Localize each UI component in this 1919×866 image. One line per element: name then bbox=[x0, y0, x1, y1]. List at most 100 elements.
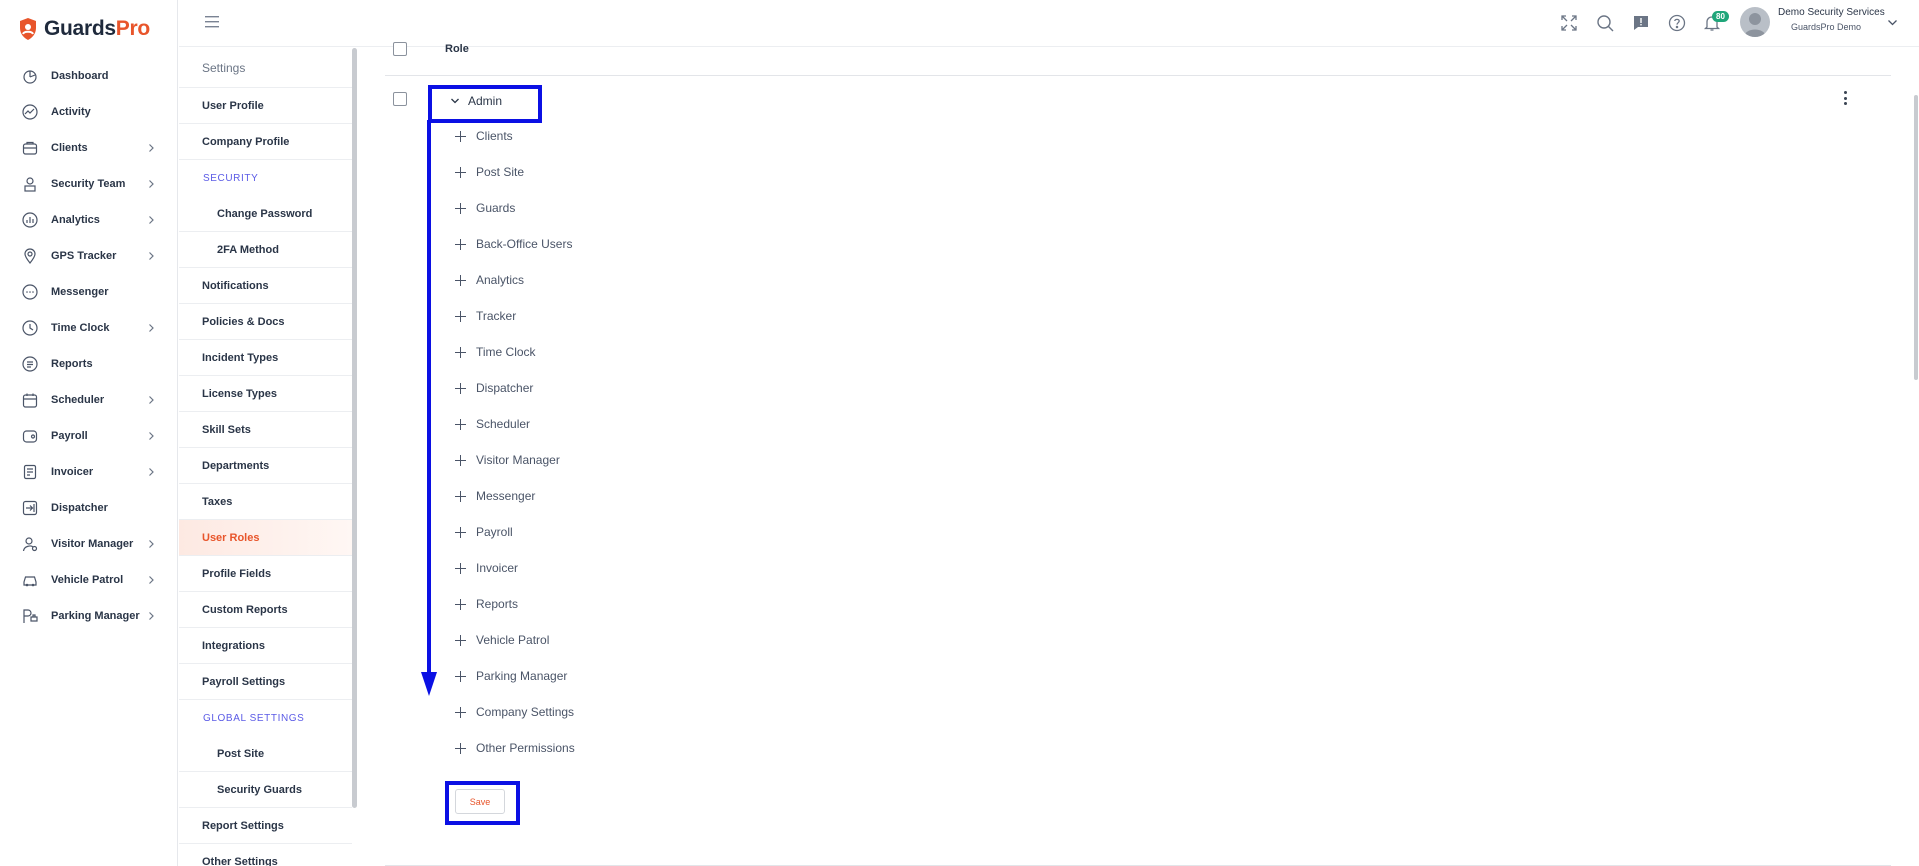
settings-item-post-site[interactable]: Post Site bbox=[179, 736, 352, 772]
settings-item-profile-fields[interactable]: Profile Fields bbox=[179, 556, 352, 592]
settings-item-license-types[interactable]: License Types bbox=[179, 376, 352, 412]
plus-icon[interactable] bbox=[455, 670, 466, 682]
plus-icon[interactable] bbox=[455, 490, 466, 502]
permission-item[interactable]: Dispatcher bbox=[455, 379, 533, 397]
chevron-right-icon[interactable] bbox=[146, 179, 156, 189]
hamburger-menu-icon[interactable] bbox=[205, 16, 219, 28]
permission-item[interactable]: Reports bbox=[455, 595, 518, 613]
chevron-right-icon[interactable] bbox=[146, 323, 156, 333]
permission-item[interactable]: Invoicer bbox=[455, 559, 518, 577]
plus-icon[interactable] bbox=[455, 418, 466, 430]
nav-item-dispatcher[interactable]: Dispatcher bbox=[0, 490, 178, 526]
plus-icon[interactable] bbox=[455, 130, 466, 142]
nav-item-gps-tracker[interactable]: GPS Tracker bbox=[0, 238, 178, 274]
chevron-right-icon[interactable] bbox=[146, 395, 156, 405]
plus-icon[interactable] bbox=[455, 598, 466, 610]
nav-item-visitor-manager[interactable]: Visitor Manager bbox=[0, 526, 178, 562]
chevron-right-icon[interactable] bbox=[146, 215, 156, 225]
settings-item-integrations[interactable]: Integrations bbox=[179, 628, 352, 664]
permission-item[interactable]: Time Clock bbox=[455, 343, 536, 361]
settings-item-company-profile[interactable]: Company Profile bbox=[179, 124, 352, 160]
chevron-right-icon[interactable] bbox=[146, 467, 156, 477]
plus-icon[interactable] bbox=[455, 166, 466, 178]
nav-item-reports[interactable]: Reports bbox=[0, 346, 178, 382]
app-root: GuardsPro Dashboard Activity Clients Securi… bbox=[0, 0, 1919, 866]
main-scrollbar[interactable] bbox=[1914, 95, 1918, 380]
permission-item[interactable]: Analytics bbox=[455, 271, 524, 289]
dashboard-icon bbox=[23, 70, 37, 84]
permission-item[interactable]: Clients bbox=[455, 127, 513, 145]
plus-icon[interactable] bbox=[455, 742, 466, 754]
chevron-down-icon[interactable] bbox=[1887, 17, 1898, 28]
nav-item-analytics[interactable]: Analytics bbox=[0, 202, 178, 238]
permission-item[interactable]: Vehicle Patrol bbox=[455, 631, 549, 649]
nav-item-payroll[interactable]: Payroll bbox=[0, 418, 178, 454]
permission-item[interactable]: Back-Office Users bbox=[455, 235, 572, 253]
settings-item-change-password[interactable]: Change Password bbox=[179, 196, 352, 232]
nav-item-messenger[interactable]: Messenger bbox=[0, 274, 178, 310]
settings-item-custom-reports[interactable]: Custom Reports bbox=[179, 592, 352, 628]
permission-item[interactable]: Scheduler bbox=[455, 415, 530, 433]
plus-icon[interactable] bbox=[455, 634, 466, 646]
plus-icon[interactable] bbox=[455, 238, 466, 250]
permission-item[interactable]: Other Permissions bbox=[455, 739, 575, 757]
feedback-icon[interactable] bbox=[1632, 14, 1650, 32]
chevron-right-icon[interactable] bbox=[146, 611, 156, 621]
permission-item[interactable]: Post Site bbox=[455, 163, 524, 181]
nav-item-time-clock[interactable]: Time Clock bbox=[0, 310, 178, 346]
plus-icon[interactable] bbox=[455, 706, 466, 718]
chevron-right-icon[interactable] bbox=[146, 431, 156, 441]
nav-item-label: Parking Manager bbox=[51, 610, 140, 622]
nav-item-dashboard[interactable]: Dashboard bbox=[0, 58, 178, 94]
permission-item[interactable]: Payroll bbox=[455, 523, 513, 541]
search-icon[interactable] bbox=[1596, 14, 1614, 32]
fullscreen-icon[interactable] bbox=[1560, 14, 1578, 32]
plus-icon[interactable] bbox=[455, 562, 466, 574]
settings-item-policies-docs[interactable]: Policies & Docs bbox=[179, 304, 352, 340]
plus-icon[interactable] bbox=[455, 382, 466, 394]
nav-item-activity[interactable]: Activity bbox=[0, 94, 178, 130]
settings-item-taxes[interactable]: Taxes bbox=[179, 484, 352, 520]
nav-item-invoicer[interactable]: Invoicer bbox=[0, 454, 178, 490]
permission-item[interactable]: Parking Manager bbox=[455, 667, 567, 685]
nav-item-security-team[interactable]: Security Team bbox=[0, 166, 178, 202]
select-all-checkbox[interactable] bbox=[393, 42, 407, 56]
settings-item-user-profile[interactable]: User Profile bbox=[179, 88, 352, 124]
settings-item-2fa-method[interactable]: 2FA Method bbox=[179, 232, 352, 268]
permission-item[interactable]: Guards bbox=[455, 199, 515, 217]
role-row-checkbox[interactable] bbox=[393, 92, 407, 106]
permission-item[interactable]: Messenger bbox=[455, 487, 535, 505]
settings-item-user-roles[interactable]: User Roles bbox=[179, 520, 352, 556]
chevron-right-icon[interactable] bbox=[146, 143, 156, 153]
settings-item-report-settings[interactable]: Report Settings bbox=[179, 808, 352, 844]
nav-item-clients[interactable]: Clients bbox=[0, 130, 178, 166]
settings-scrollbar[interactable] bbox=[352, 48, 357, 808]
plus-icon[interactable] bbox=[455, 310, 466, 322]
permission-item[interactable]: Visitor Manager bbox=[455, 451, 560, 469]
nav-item-scheduler[interactable]: Scheduler bbox=[0, 382, 178, 418]
help-icon[interactable] bbox=[1668, 14, 1686, 32]
plus-icon[interactable] bbox=[455, 202, 466, 214]
settings-item-departments[interactable]: Departments bbox=[179, 448, 352, 484]
chevron-right-icon[interactable] bbox=[146, 251, 156, 261]
settings-item-skill-sets[interactable]: Skill Sets bbox=[179, 412, 352, 448]
settings-item-other-settings[interactable]: Other Settings bbox=[179, 844, 352, 866]
settings-item-notifications[interactable]: Notifications bbox=[179, 268, 352, 304]
chevron-right-icon[interactable] bbox=[146, 575, 156, 585]
settings-item-incident-types[interactable]: Incident Types bbox=[179, 340, 352, 376]
avatar[interactable] bbox=[1740, 7, 1770, 37]
settings-item-security-guards[interactable]: Security Guards bbox=[179, 772, 352, 808]
brand-logo[interactable]: GuardsPro bbox=[18, 14, 150, 44]
plus-icon[interactable] bbox=[455, 454, 466, 466]
chevron-right-icon[interactable] bbox=[146, 539, 156, 549]
settings-item-payroll-settings[interactable]: Payroll Settings bbox=[179, 664, 352, 700]
permission-item[interactable]: Tracker bbox=[455, 307, 516, 325]
permission-label: Dispatcher bbox=[476, 381, 534, 395]
more-options-icon[interactable] bbox=[1838, 89, 1852, 107]
plus-icon[interactable] bbox=[455, 526, 466, 538]
nav-item-parking-manager[interactable]: Parking Manager bbox=[0, 598, 178, 634]
permission-item[interactable]: Company Settings bbox=[455, 703, 574, 721]
plus-icon[interactable] bbox=[455, 346, 466, 358]
plus-icon[interactable] bbox=[455, 274, 466, 286]
nav-item-vehicle-patrol[interactable]: Vehicle Patrol bbox=[0, 562, 178, 598]
